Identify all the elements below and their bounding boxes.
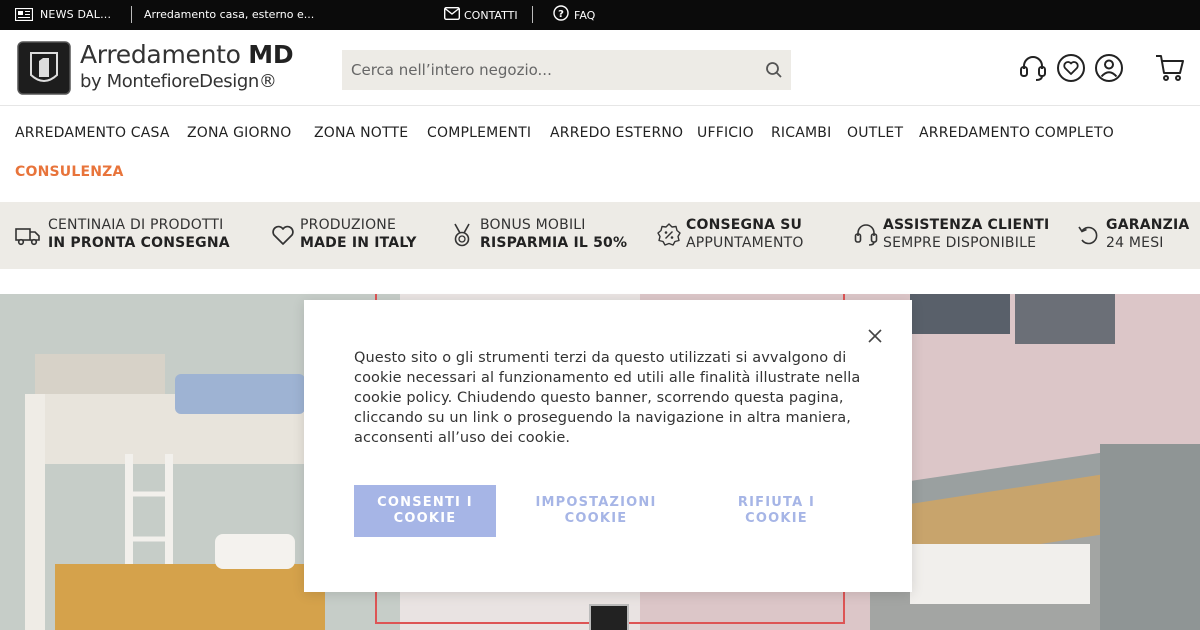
accept-cookies-button[interactable]: CONSENTI I COOKIE [354,485,496,537]
usp-delivery-line1: CENTINAIA DI PRODOTTI [48,217,224,233]
usp-delivery-line2: IN PRONTA CONSEGNA [48,235,230,251]
nav-item-ufficio[interactable]: UFFICIO [697,125,754,141]
brand-name[interactable]: Arredamento MD [80,40,294,69]
news-link[interactable]: NEWS DAL... [40,8,111,21]
wishlist-heart-icon[interactable] [1056,53,1086,83]
medal-icon [454,223,470,247]
brand-logo-mark[interactable] [17,41,71,95]
usp-bonus-line2: RISPARMIA IL 50% [480,235,628,251]
news-ticker-text[interactable]: Arredamento casa, esterno e... [144,8,314,21]
reject-cookies-button[interactable]: RIFIUTA I COOKIE [704,485,849,537]
header-divider [0,105,1200,106]
nav-item-ricambi[interactable]: RICAMBI [771,125,831,141]
account-user-icon[interactable] [1094,53,1124,83]
nav-item-arredamento-completo[interactable]: ARREDAMENTO COMPLETO [919,125,1114,141]
cookie-consent-dialog: Questo sito o gli strumenti terzi da que… [304,300,912,592]
usp-support-line1: ASSISTENZA CLIENTI [883,217,1050,233]
support-headset-icon[interactable] [1018,53,1048,83]
top-bar: NEWS DAL... Arredamento casa, esterno e.… [0,0,1200,30]
usp-support-line2: SEMPRE DISPONIBILE [883,235,1037,251]
brand-logo-mark [589,604,629,630]
cookie-notice-text: Questo sito o gli strumenti terzi da que… [354,350,861,446]
usp-warranty-line2: 24 MESI [1106,235,1164,251]
bunk-bed-illustration [25,354,325,630]
nav-item-consulenza[interactable]: CONSULENZA [15,164,124,180]
search-bar [342,50,791,90]
usp-bar: CENTINAIA DI PRODOTTI IN PRONTA CONSEGNA… [0,202,1200,269]
undo-arrow-icon [1078,226,1098,245]
usp-production-line1: PRODUZIONE [300,217,397,233]
nav-item-complementi[interactable]: COMPLEMENTI [427,125,531,141]
percent-badge-icon [657,223,681,246]
usp-production-line2: MADE IN ITALY [300,235,417,251]
usp-appointment-line2: APPUNTAMENTO [686,235,804,251]
wall-painting [910,294,1010,334]
brand-name-main: Arredamento [80,40,249,69]
brand-subline: by MontefioreDesign® [80,71,277,92]
usp-warranty-line1: GARANZIA [1106,217,1190,233]
newspaper-icon[interactable] [15,8,33,21]
question-circle-icon[interactable]: ? [553,5,569,21]
usp-bonus-line1: BONUS MOBILI [480,217,586,233]
nav-item-zona-notte[interactable]: ZONA NOTTE [314,125,408,141]
mail-icon[interactable] [444,7,460,20]
cookie-settings-button[interactable]: IMPOSTAZIONI COOKIE [526,485,666,537]
usp-appointment-line1: CONSEGNA SU [686,217,803,233]
nav-item-arredo-esterno[interactable]: ARREDO ESTERNO [550,125,683,141]
search-icon[interactable] [765,61,783,79]
truck-icon [15,228,40,246]
nav-item-zona-giorno[interactable]: ZONA GIORNO [187,125,292,141]
heart-icon [272,225,294,245]
bed-illustration [870,444,1200,630]
divider [131,6,132,23]
nav-item-arredamento-casa[interactable]: ARREDAMENTO CASA [15,125,170,141]
cart-icon[interactable] [1155,53,1185,83]
nav-item-outlet[interactable]: OUTLET [847,125,903,141]
contact-link[interactable]: CONTATTI [464,9,518,22]
search-input[interactable] [342,50,752,90]
wall-painting [1015,294,1115,344]
close-icon[interactable] [868,329,882,343]
faq-link[interactable]: FAQ [574,9,595,22]
divider [532,6,533,23]
brand-name-bold: MD [248,40,294,69]
headset-icon [854,224,878,246]
svg-text:?: ? [558,9,564,20]
